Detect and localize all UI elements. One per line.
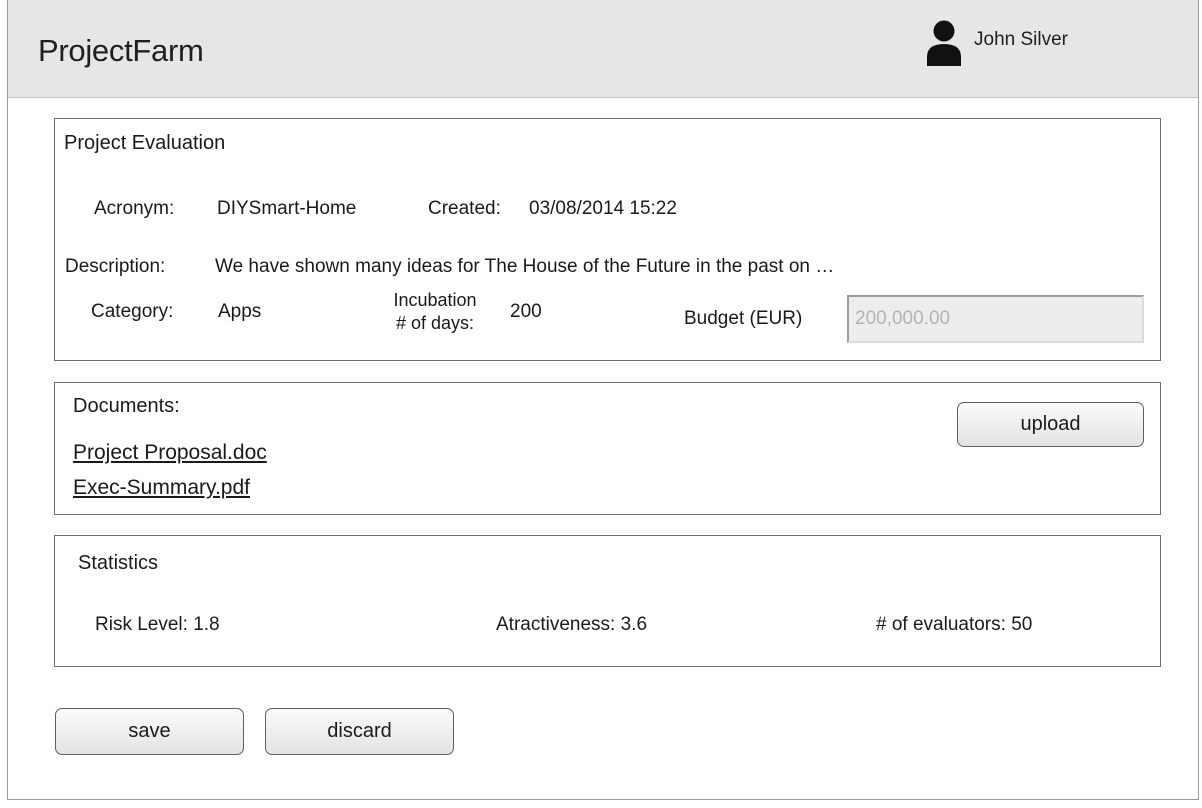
risk-level-stat: Risk Level: 1.8	[95, 614, 220, 635]
budget-input[interactable]: 200,000.00	[847, 295, 1144, 343]
statistics-title: Statistics	[78, 552, 159, 574]
user-icon	[927, 20, 961, 66]
created-value: 03/08/2014 15:22	[529, 198, 677, 219]
user-name: John Silver	[974, 29, 1068, 50]
acronym-value: DIYSmart-Home	[217, 198, 357, 219]
project-evaluation-panel: Project Evaluation Acronym: DIYSmart-Hom…	[54, 118, 1161, 361]
incubation-label: Incubation # of days:	[373, 289, 497, 335]
created-label: Created:	[428, 198, 501, 219]
incubation-label-line1: Incubation	[393, 290, 477, 310]
statistics-panel: Statistics Risk Level: 1.8 Atractiveness…	[54, 535, 1161, 667]
incubation-value: 200	[510, 301, 542, 322]
category-value: Apps	[218, 301, 262, 322]
category-label: Category:	[91, 301, 174, 322]
project-evaluation-title: Project Evaluation	[64, 132, 226, 154]
description-label: Description:	[65, 256, 166, 277]
acronym-label: Acronym:	[94, 198, 175, 219]
app-header: ProjectFarm John Silver	[8, 0, 1198, 98]
budget-label: Budget (EUR)	[684, 308, 803, 329]
save-button[interactable]: save	[55, 708, 244, 755]
document-link-exec-summary[interactable]: Exec-Summary.pdf	[73, 476, 250, 500]
description-value: We have shown many ideas for The House o…	[215, 256, 835, 277]
evaluators-stat: # of evaluators: 50	[876, 614, 1033, 635]
app-title: ProjectFarm	[38, 33, 204, 68]
discard-button[interactable]: discard	[265, 708, 454, 755]
incubation-label-line2: # of days:	[395, 313, 475, 333]
user-menu[interactable]: John Silver	[926, 20, 1068, 66]
app-window: ProjectFarm John Silver Project Evaluati…	[7, 0, 1199, 800]
attractiveness-stat: Atractiveness: 3.6	[496, 614, 648, 635]
documents-panel: Documents: Project Proposal.doc Exec-Sum…	[54, 382, 1161, 515]
documents-title: Documents:	[73, 395, 180, 417]
upload-button[interactable]: upload	[957, 402, 1144, 447]
document-link-project-proposal[interactable]: Project Proposal.doc	[73, 441, 267, 465]
